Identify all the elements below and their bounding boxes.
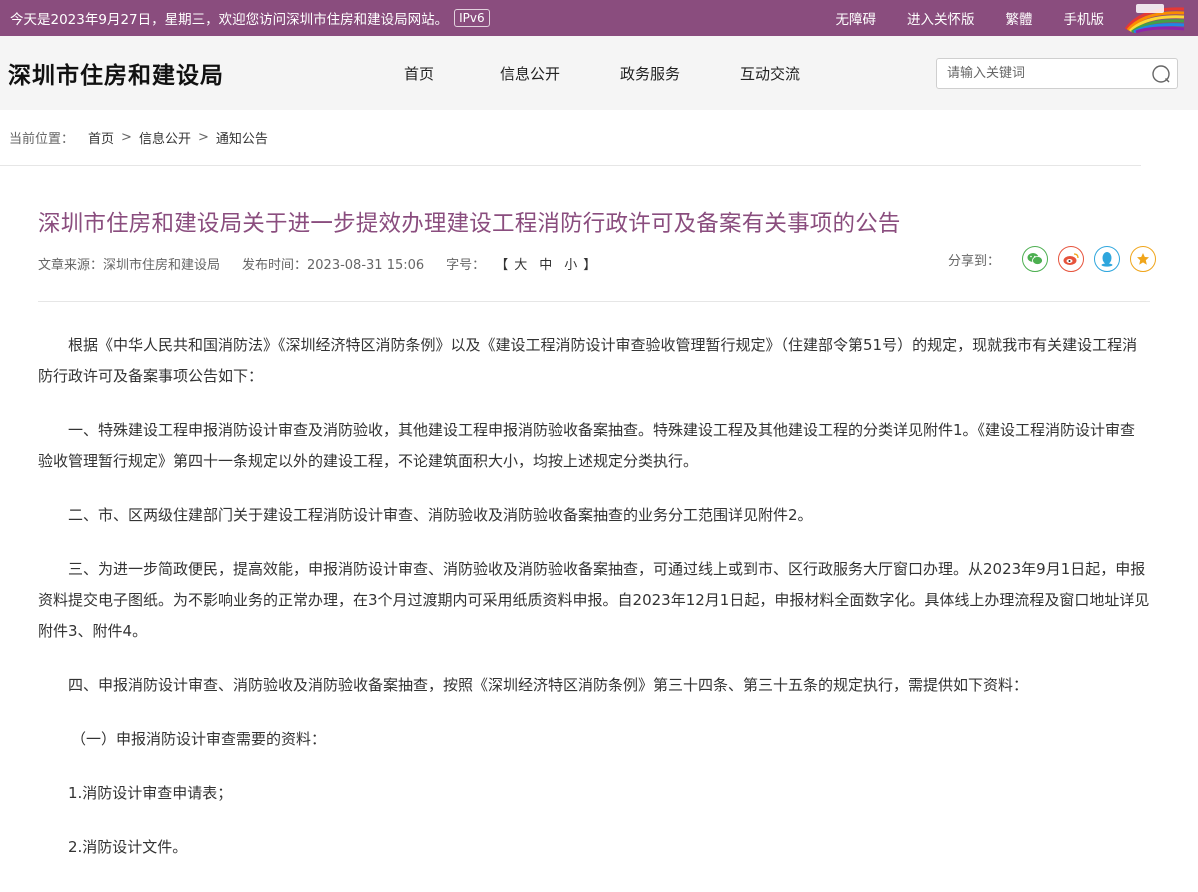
search-input[interactable] [937, 65, 1149, 82]
paragraph: 1.消防设计审查申请表； [68, 784, 233, 802]
mobile-version-link[interactable]: 手机版 [1064, 8, 1105, 28]
article-body: 根据《中华人民共和国消防法》《深圳经济特区消防条例》以及《建设工程消防设计审查验… [38, 330, 1150, 863]
article-meta: 文章来源：深圳市住房和建设局 发布时间：2023-08-31 15:06 字号：… [38, 246, 1156, 276]
search-box [936, 58, 1178, 89]
article: 深圳市住房和建设局关于进一步提效办理建设工程消防行政许可及备案有关事项的公告 文… [0, 208, 1198, 863]
breadcrumb-info-disclosure[interactable]: 信息公开 [139, 128, 191, 147]
top-bar: 今天是2023年9月27日，星期三，欢迎您访问深圳市住房和建设局网站。 IPv6… [0, 0, 1198, 36]
nav-info-disclosure[interactable]: 信息公开 [500, 63, 620, 84]
elderly-mode-link[interactable]: 进入关怀版 [907, 8, 975, 28]
welcome-area: 今天是2023年9月27日，星期三，欢迎您访问深圳市住房和建设局网站。 IPv6 [10, 8, 490, 28]
share-bar: 分享到： [948, 246, 1156, 272]
wechat-icon [1027, 253, 1043, 265]
traditional-chinese-link[interactable]: 繁體 [1006, 8, 1033, 28]
breadcrumb-home[interactable]: 首页 [88, 128, 114, 147]
title-divider [38, 301, 1150, 302]
font-size-bracket-open: 【 [495, 257, 509, 273]
breadcrumb-notices[interactable]: 通知公告 [216, 128, 268, 147]
rainbow-logo-icon[interactable] [1122, 3, 1188, 33]
weibo-icon [1063, 253, 1079, 265]
share-qq-button[interactable] [1094, 246, 1120, 272]
breadcrumb-separator: > [121, 130, 132, 145]
article-publish-time: 发布时间：2023-08-31 15:06 [242, 257, 425, 273]
accessibility-link[interactable]: 无障碍 [836, 8, 877, 28]
search-icon[interactable] [1151, 64, 1171, 84]
font-size-small[interactable]: 小 [564, 254, 577, 273]
star-icon [1137, 253, 1149, 265]
paragraph: （一）申报消防设计审查需要的资料： [71, 730, 327, 748]
font-size-medium[interactable]: 中 [539, 254, 552, 273]
qq-icon [1101, 252, 1113, 267]
nav-home[interactable]: 首页 [380, 63, 500, 84]
nav-government-services[interactable]: 政务服务 [620, 63, 740, 84]
paragraph: 四、申报消防设计审查、消防验收及消防验收备案抽查，按照《深圳经济特区消防条例》第… [68, 676, 1029, 694]
font-size-large[interactable]: 大 [514, 254, 527, 273]
welcome-text: 今天是2023年9月27日，星期三，欢迎您访问深圳市住房和建设局网站。 [10, 12, 449, 28]
share-weibo-button[interactable] [1058, 246, 1084, 272]
article-source: 文章来源：深圳市住房和建设局 [38, 257, 221, 273]
site-title[interactable]: 深圳市住房和建设局 [8, 56, 224, 90]
paragraph: 2.消防设计文件。 [68, 838, 188, 856]
breadcrumb-separator: > [197, 130, 209, 145]
main-nav: 首页 信息公开 政务服务 互动交流 [380, 36, 860, 110]
top-links: 无障碍 进入关怀版 繁體 手机版 [805, 3, 1189, 33]
share-wechat-button[interactable] [1022, 246, 1048, 272]
share-label: 分享到： [947, 253, 1000, 269]
font-size-label: 字号： [446, 257, 486, 273]
breadcrumb-label: 当前位置： [9, 132, 75, 147]
article-title: 深圳市住房和建设局关于进一步提效办理建设工程消防行政许可及备案有关事项的公告 [38, 211, 901, 237]
breadcrumb: 当前位置： 首页 > 信息公开 > 通知公告 [0, 110, 1141, 166]
nav-interaction[interactable]: 互动交流 [740, 63, 860, 84]
ipv6-badge: IPv6 [454, 9, 490, 27]
paragraph: 根据《中华人民共和国消防法》《深圳经济特区消防条例》以及《建设工程消防设计审查验… [38, 336, 1138, 385]
paragraph: 一、特殊建设工程申报消防设计审查及消防验收，其他建设工程申报消防验收备案抽查。特… [38, 421, 1136, 470]
share-favorite-button[interactable] [1130, 246, 1156, 272]
paragraph: 二、市、区两级住建部门关于建设工程消防设计审查、消防验收及消防验收备案抽查的业务… [68, 506, 813, 524]
site-header: 深圳市住房和建设局 首页 信息公开 政务服务 互动交流 [0, 36, 1198, 110]
font-size-bracket-close: 】 [583, 257, 597, 273]
paragraph: 三、为进一步简政便民，提高效能，申报消防设计审查、消防验收及消防验收备案抽查，可… [38, 560, 1150, 640]
